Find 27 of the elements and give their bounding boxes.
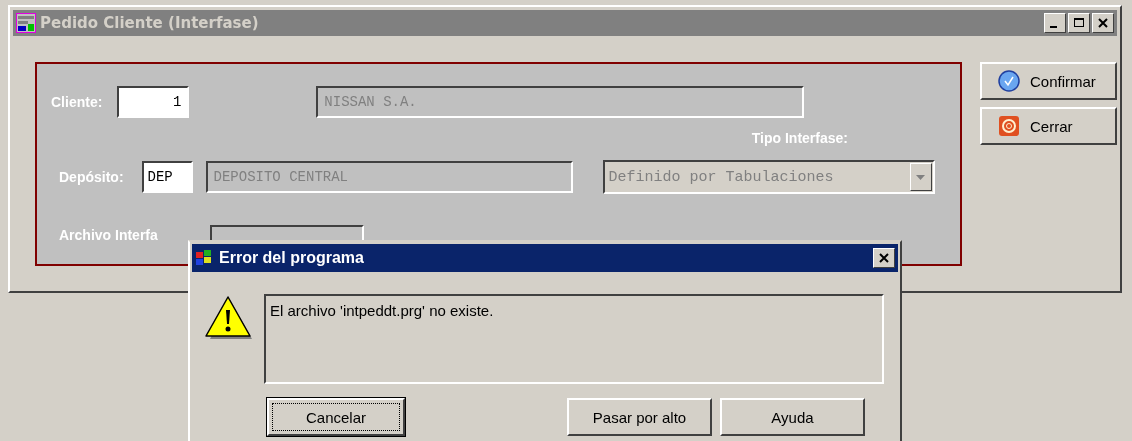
close-icon xyxy=(1098,18,1108,28)
maximize-button[interactable] xyxy=(1068,13,1090,33)
window-title: Pedido Cliente (Interfase) xyxy=(40,14,259,32)
close-button[interactable] xyxy=(1092,13,1114,33)
client-code-field[interactable]: 1 xyxy=(117,86,190,118)
warning-icon xyxy=(204,294,252,340)
dialog-button[interactable]: Pasar por alto xyxy=(567,398,712,436)
close-button[interactable] xyxy=(873,248,895,268)
field-label: Cliente: xyxy=(51,94,103,110)
table-icon xyxy=(16,13,36,33)
confirm-button[interactable]: Confirmar xyxy=(980,62,1117,100)
field-label: Archivo Interfa xyxy=(59,227,158,243)
warehouse-code-field[interactable]: DEP xyxy=(141,161,193,193)
caret-icon xyxy=(916,174,926,180)
dialog-title: Error del programa xyxy=(219,249,364,267)
dialog-button[interactable]: Ayuda xyxy=(720,398,865,436)
close-icon xyxy=(879,253,889,263)
maximize-icon xyxy=(1074,18,1084,28)
minimize-button[interactable] xyxy=(1044,13,1066,33)
minimize-icon xyxy=(1050,26,1057,28)
close-button[interactable]: Cerrar xyxy=(980,107,1117,145)
lifebuoy-icon xyxy=(998,115,1020,137)
field-label: Tipo Interfase: xyxy=(751,130,848,146)
dialog-button[interactable]: Cancelar xyxy=(267,398,405,436)
message-text: El archivo 'intpeddt.prg' no existe. xyxy=(264,294,884,384)
field-label: Depósito: xyxy=(59,169,124,185)
check-icon xyxy=(998,70,1020,92)
